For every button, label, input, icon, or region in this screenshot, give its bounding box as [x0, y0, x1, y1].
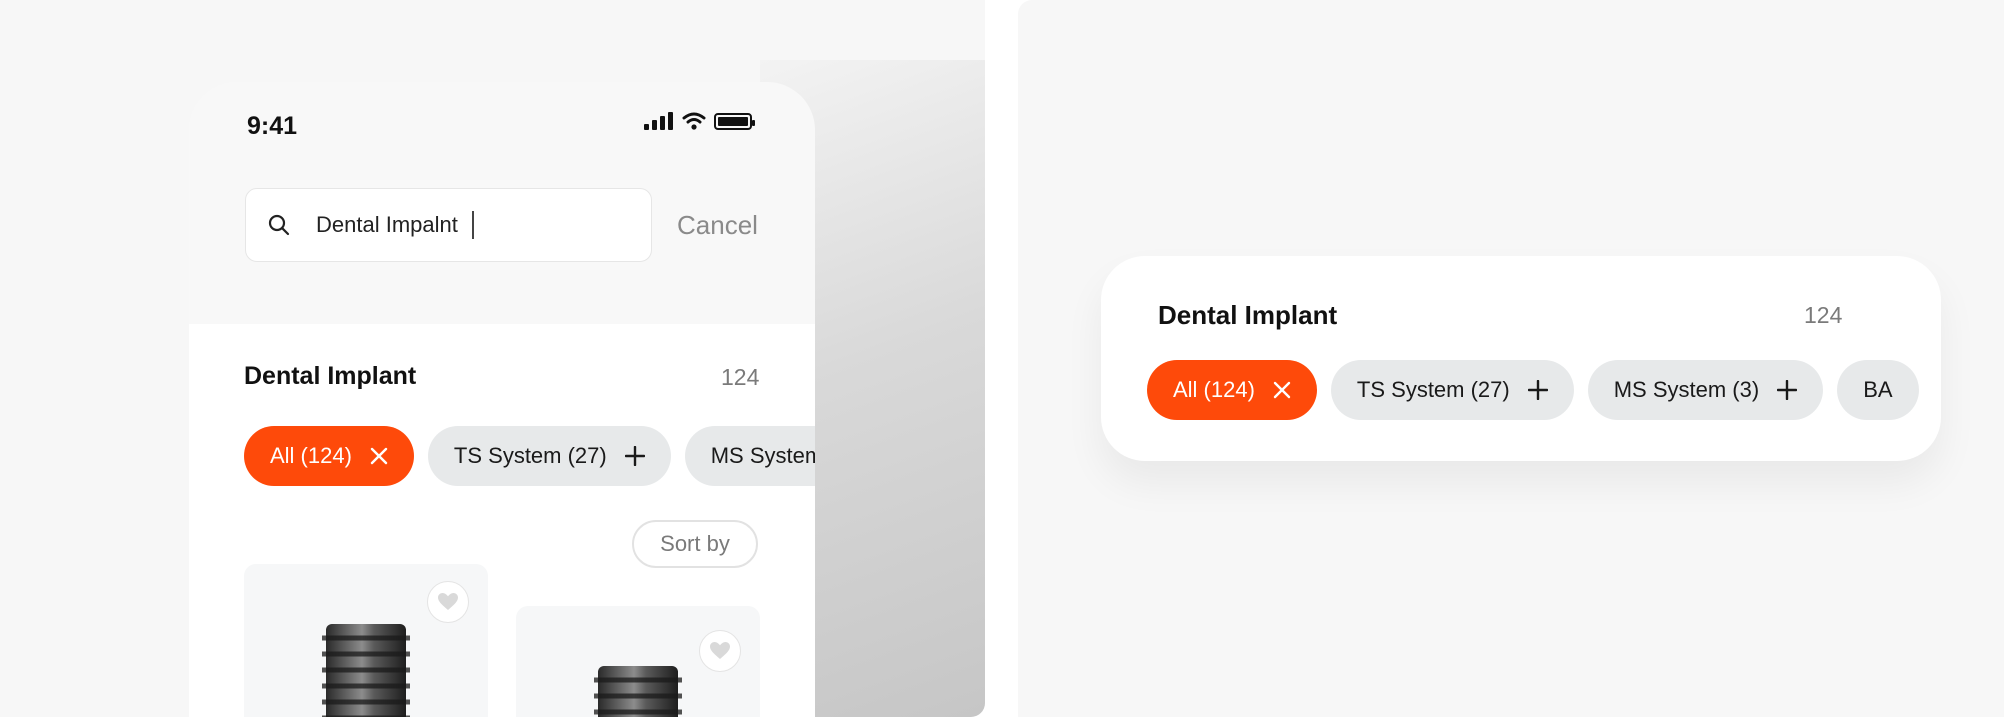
plus-icon [1777, 380, 1798, 400]
chip-ts-system[interactable]: TS System (27) [1330, 360, 1574, 420]
close-icon[interactable] [1273, 381, 1291, 399]
status-time: 9:41 [247, 112, 298, 140]
heart-icon [438, 593, 458, 610]
text-cursor [471, 211, 474, 239]
search-query: Dental Impalnt [316, 212, 458, 237]
chip-ts-system[interactable]: TS System (27) [427, 426, 671, 486]
right-panel: Dental Implant 124 All (124) TS System (… [1018, 0, 2004, 717]
chip-label: MS System [710, 443, 815, 468]
chip-all[interactable]: All (124) [1147, 360, 1317, 420]
chip-ms-system[interactable]: MS System (3) [1587, 360, 1824, 420]
section-title: Dental Implant [244, 362, 417, 390]
implant-image [594, 666, 682, 717]
sort-label: Sort by [660, 531, 730, 556]
chip-ms-system[interactable]: MS System [684, 426, 815, 486]
search-input[interactable]: Dental Impalnt [245, 188, 652, 262]
plus-icon [624, 446, 645, 466]
cancel-button[interactable]: Cancel [677, 210, 758, 241]
close-icon[interactable] [370, 447, 388, 465]
plus-icon [1527, 380, 1548, 400]
status-icons [644, 112, 755, 130]
filter-chip-row: All (124) TS System (27) MS System (3) B… [1147, 360, 1933, 420]
sort-button[interactable]: Sort by [632, 520, 758, 568]
phone-screen: 9:41 Dental Impalnt Cancel Dental Implan… [189, 82, 815, 717]
battery-icon [714, 112, 755, 130]
favorite-button[interactable] [427, 581, 469, 623]
implant-image [322, 624, 410, 717]
chip-all[interactable]: All (124) [244, 426, 414, 486]
left-panel: 9:41 Dental Impalnt Cancel Dental Implan… [0, 0, 985, 717]
section-count: 124 [721, 364, 760, 390]
favorite-button[interactable] [699, 630, 741, 672]
cellular-signal-icon [644, 112, 673, 130]
wifi-icon [682, 112, 706, 130]
product-card[interactable] [244, 564, 488, 717]
chip-label: All (124) [270, 443, 352, 468]
filter-card-title: Dental Implant [1158, 300, 1338, 330]
filter-card: Dental Implant 124 All (124) TS System (… [1101, 256, 1941, 461]
product-card[interactable] [516, 606, 760, 717]
chip-label: All (124) [1173, 377, 1255, 402]
chip-label: TS System (27) [453, 443, 607, 468]
filter-chip-row: All (124) TS System (27) MS System [244, 426, 815, 486]
heart-icon [710, 642, 730, 659]
chip-ba[interactable]: BA [1837, 360, 1919, 420]
chip-label: BA [1863, 377, 1893, 402]
chip-label: TS System (27) [1356, 377, 1510, 402]
search-icon [268, 214, 290, 236]
filter-card-count: 124 [1804, 302, 1843, 328]
chip-label: MS System (3) [1613, 377, 1760, 402]
